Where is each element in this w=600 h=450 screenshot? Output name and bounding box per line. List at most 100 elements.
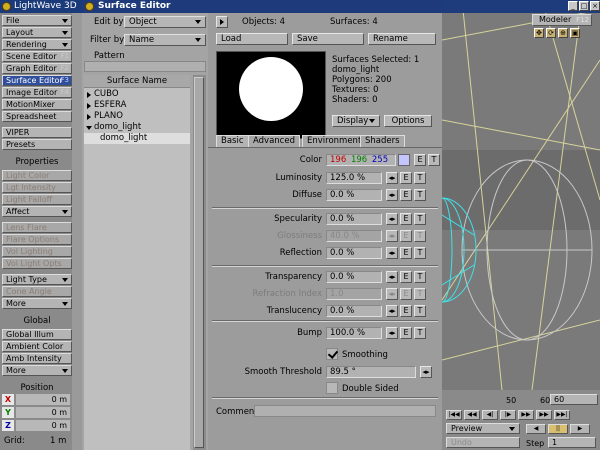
light-falloff-button[interactable]: Light Falloff [2,194,72,205]
minimize-icon[interactable]: _ [568,1,578,11]
texture-button[interactable]: T [414,305,426,317]
global-illum-button[interactable]: Global Illum [2,329,72,340]
last-frame-icon[interactable]: ▶▶| [554,410,570,420]
arrows-stepper-icon[interactable]: ◂▸ [386,230,398,242]
surface-item-domo-light-object[interactable]: domo_light [84,122,190,133]
x-position-field[interactable]: 0 m [16,394,70,405]
envelope-button[interactable]: E [414,154,426,166]
layout-viewport[interactable] [442,0,600,390]
envelope-button[interactable]: E [400,327,412,339]
comment-input[interactable] [254,405,436,417]
texture-button[interactable]: T [414,230,426,242]
rendering-menu-button[interactable]: Rendering [2,39,72,50]
arrows-stepper-icon[interactable]: ◂▸ [386,213,398,225]
texture-button[interactable]: T [414,327,426,339]
viper-button[interactable]: VIPER [2,127,72,138]
specularity-field[interactable]: 0.0 % [326,213,382,225]
bump-field[interactable]: 100.0 % [326,327,382,339]
tab-environment[interactable]: Environment [302,135,367,147]
scene-editor-button[interactable]: Scene Editor F1 [2,51,72,62]
lens-flare-button[interactable]: Lens Flare [2,222,72,233]
vol-light-opts-button[interactable]: Vol Light Opts [2,258,72,269]
maximize-icon[interactable]: □ [579,1,589,11]
envelope-button[interactable]: E [400,213,412,225]
envelope-button[interactable]: E [400,172,412,184]
zoom-view-icon[interactable]: ⊕ [558,28,568,38]
surface-item-plano[interactable]: PLANO [84,111,190,122]
load-button[interactable]: Load [216,33,288,45]
close-icon[interactable]: × [590,1,600,11]
glossiness-field[interactable]: 40.0 % [326,230,382,242]
collapse-arrow-icon[interactable] [86,126,92,130]
z-position-field[interactable]: 0 m [16,420,70,431]
double-sided-checkbox[interactable] [326,382,338,394]
ambient-color-button[interactable]: Ambient Color [2,341,72,352]
play-forward-icon[interactable]: ▶ [570,424,590,434]
layout-menu-button[interactable]: Layout [2,27,72,38]
luminosity-field[interactable]: 125.0 % [326,172,382,184]
expand-pane-button[interactable] [216,16,228,28]
texture-button[interactable]: T [414,247,426,259]
envelope-button[interactable]: E [400,247,412,259]
envelope-button[interactable]: E [400,230,412,242]
surface-item-cubo[interactable]: CUBO [84,89,190,100]
amb-intensity-button[interactable]: Amb Intensity [2,353,72,364]
texture-button[interactable]: T [414,288,426,300]
motionmixer-button[interactable]: MotionMixer [2,99,72,110]
arrows-stepper-icon[interactable]: ◂▸ [386,172,398,184]
texture-button[interactable]: T [428,154,440,166]
edit-by-dropdown[interactable]: Object [124,16,206,28]
rename-button[interactable]: Rename [368,33,436,45]
tab-basic[interactable]: Basic [216,135,249,147]
texture-button[interactable]: T [414,189,426,201]
light-color-button[interactable]: Light Color [2,170,72,181]
play-icon[interactable]: |▶ [500,410,516,420]
save-button[interactable]: Save [292,33,364,45]
translucency-field[interactable]: 0.0 % [326,305,382,317]
light-intensity-button[interactable]: Lgt Intensity [2,182,72,193]
presets-button[interactable]: Presets [2,139,72,150]
smooth-threshold-field[interactable]: 89.5 ° [326,366,416,378]
end-frame-field[interactable]: 60 [550,394,598,405]
rotate-view-icon[interactable]: ⟳ [546,28,556,38]
previous-frame-icon[interactable]: ◀| [482,410,498,420]
surface-name-column-header[interactable]: Surface Name [84,75,190,88]
image-editor-button[interactable]: Image Editor F4 [2,87,72,98]
arrows-stepper-icon[interactable]: ◂▸ [386,271,398,283]
surface-list-scrollbar[interactable] [193,75,206,450]
maximize-view-icon[interactable]: ▣ [570,28,580,38]
texture-button[interactable]: T [414,271,426,283]
arrows-stepper-icon[interactable]: ◂▸ [386,247,398,259]
expand-arrow-icon[interactable] [87,92,91,98]
modeler-button[interactable]: Modeler F12 [532,14,592,26]
pause-icon[interactable]: || [548,424,568,434]
scrollbar-thumb[interactable] [194,77,204,448]
spreadsheet-button[interactable]: Spreadsheet [2,111,72,122]
envelope-button[interactable]: E [400,305,412,317]
refraction-index-field[interactable]: 1.0 [326,288,382,300]
stop-icon[interactable]: ◀ [526,424,546,434]
texture-button[interactable]: T [414,172,426,184]
reflection-field[interactable]: 0.0 % [326,247,382,259]
tab-shaders[interactable]: Shaders [360,135,405,147]
cone-angle-button[interactable]: Cone Angle [2,286,72,297]
surface-item-esfera[interactable]: ESFERA [84,100,190,111]
filter-by-dropdown[interactable]: Name [124,34,206,46]
flare-options-button[interactable]: Flare Options [2,234,72,245]
diffuse-field[interactable]: 0.0 % [326,189,382,201]
file-menu-button[interactable]: File [2,15,72,26]
envelope-button[interactable]: E [400,189,412,201]
color-field[interactable]: 196 196 255 [326,154,396,166]
surface-item-domo-light[interactable]: domo_light [84,133,190,144]
smoothing-checkbox[interactable] [326,348,338,360]
display-dropdown[interactable]: Display [332,115,380,127]
color-swatch[interactable] [398,154,410,166]
transparency-field[interactable]: 0.0 % [326,271,382,283]
y-position-field[interactable]: 0 m [16,407,70,418]
surface-editor-button[interactable]: Surface Editor F3 [2,75,72,86]
expand-arrow-icon[interactable] [87,103,91,109]
vol-lighting-button[interactable]: Vol Lighting [2,246,72,257]
arrows-stepper-icon[interactable]: ◂▸ [386,305,398,317]
options-button[interactable]: Options [384,115,432,127]
preview-menu-button[interactable]: Preview [446,423,520,434]
